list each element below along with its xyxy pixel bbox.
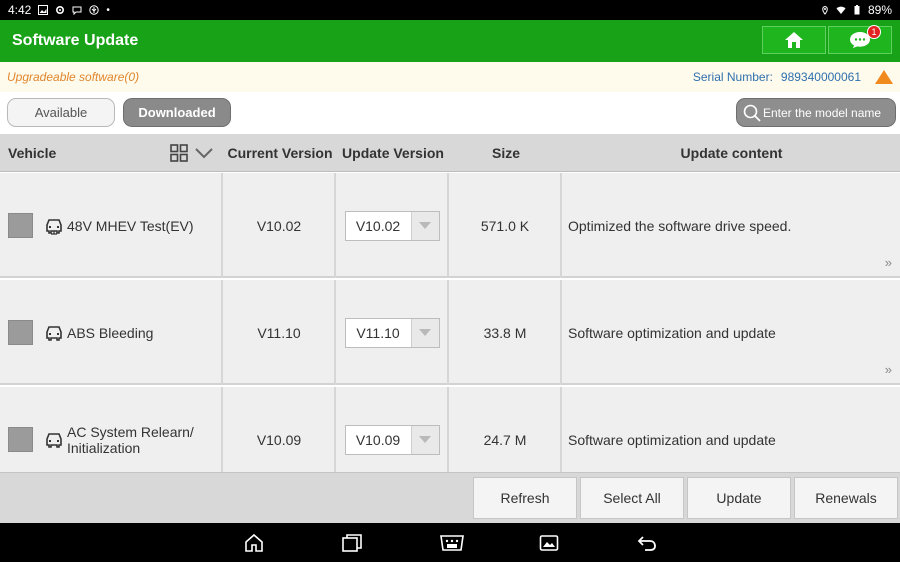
wifi-icon xyxy=(836,5,846,15)
notification-dot-icon: • xyxy=(106,4,110,16)
status-time: 4:42 xyxy=(8,3,32,17)
image-icon xyxy=(38,5,49,15)
battery-level: 89% xyxy=(867,3,892,17)
update-version-cell: V10.09 xyxy=(337,387,449,472)
action-bar: Refresh Select All Update Renewals xyxy=(0,472,900,523)
upgradeable-software-label[interactable]: Upgradeable software(0) xyxy=(7,70,139,84)
update-version-cell: V11.10 xyxy=(337,280,449,385)
current-version-cell: V11.10 xyxy=(224,280,336,385)
tab-available[interactable]: Available xyxy=(7,98,115,127)
message-count-badge: 1 xyxy=(867,25,881,39)
expand-more-icon[interactable]: » xyxy=(885,255,892,270)
header-vehicle: Vehicle xyxy=(8,145,57,161)
size-cell: 571.0 K xyxy=(450,173,562,278)
serial-label: Serial Number: xyxy=(692,70,773,84)
dropdown-arrow-icon[interactable] xyxy=(410,318,439,347)
update-button[interactable]: Update xyxy=(687,477,791,519)
software-table: Vehicle Current Version Update Version S… xyxy=(0,134,900,472)
table-row[interactable]: ABS Bleeding V11.10 V11.10 33.8 M Softwa… xyxy=(0,280,900,385)
title-bar: Software Update 1 xyxy=(0,20,900,62)
nav-recents-icon[interactable] xyxy=(341,532,363,554)
update-version-select[interactable]: V11.10 xyxy=(344,317,440,348)
vehicle-cell: ABS Bleeding xyxy=(0,280,223,385)
search-icon xyxy=(741,102,763,124)
car-icon xyxy=(46,218,62,235)
update-version-select[interactable]: V10.09 xyxy=(344,424,440,455)
update-version-value: V11.10 xyxy=(356,324,400,341)
car-icon xyxy=(46,325,62,341)
search-box[interactable] xyxy=(736,98,896,127)
page-title: Software Update xyxy=(12,32,139,49)
vci-connector-icon[interactable] xyxy=(438,532,466,554)
table-header: Vehicle Current Version Update Version S… xyxy=(0,134,900,172)
expand-more-icon[interactable]: » xyxy=(885,362,892,377)
dropdown-arrow-icon[interactable] xyxy=(410,211,439,240)
row-checkbox[interactable] xyxy=(8,427,33,452)
settings-icon xyxy=(55,5,65,15)
update-content-cell: Optimized the software drive speed. xyxy=(568,217,792,234)
update-version-cell: V10.02 xyxy=(337,173,449,278)
vehicle-name: ABS Bleeding xyxy=(67,324,154,341)
refresh-button[interactable]: Refresh xyxy=(473,477,577,519)
home-button[interactable] xyxy=(762,26,826,54)
update-content-cell: Software optimization and update xyxy=(568,324,776,341)
dropdown-arrow-icon[interactable] xyxy=(410,425,439,454)
home-icon xyxy=(785,32,803,48)
update-version-select[interactable]: V10.02 xyxy=(344,210,440,241)
vehicle-cell: 48V MHEV Test(EV) xyxy=(0,173,223,278)
update-version-value: V10.09 xyxy=(355,431,401,448)
nav-back-icon[interactable] xyxy=(636,532,658,554)
current-version-cell: V10.02 xyxy=(224,173,336,278)
row-checkbox[interactable] xyxy=(8,320,33,345)
grid-view-icon[interactable] xyxy=(170,144,188,162)
header-update-content: Update content xyxy=(680,145,783,161)
usb-icon xyxy=(89,5,100,15)
vehicle-name: 48V MHEV Test(EV) xyxy=(67,217,194,234)
serial-value: 989340000061 xyxy=(780,70,861,84)
location-icon xyxy=(820,5,830,15)
table-row[interactable]: AC System Relearn/ Initialization V10.09… xyxy=(0,387,900,472)
chat-icon xyxy=(72,5,82,15)
vehicle-cell: AC System Relearn/ Initialization xyxy=(0,387,223,472)
update-version-value: V10.02 xyxy=(355,217,401,234)
header-current-version: Current Version xyxy=(227,145,333,161)
renewals-button[interactable]: Renewals xyxy=(794,477,898,519)
tab-downloaded[interactable]: Downloaded xyxy=(123,98,231,127)
size-cell: 33.8 M xyxy=(450,280,562,385)
filter-toolbar: Available Downloaded xyxy=(0,92,900,134)
table-row[interactable]: 48V MHEV Test(EV) V10.02 V10.02 571.0 K … xyxy=(0,173,900,278)
nav-home-icon[interactable] xyxy=(243,532,265,554)
info-bar: Upgradeable software(0) Serial Number: 9… xyxy=(0,62,900,92)
header-size: Size xyxy=(491,145,520,161)
current-version-cell: V10.09 xyxy=(224,387,336,472)
system-nav-bar xyxy=(0,523,900,562)
search-input[interactable] xyxy=(763,105,893,120)
update-content-cell: Software optimization and update xyxy=(568,431,776,448)
select-all-button[interactable]: Select All xyxy=(580,477,684,519)
view-toggle[interactable] xyxy=(170,143,214,163)
messages-button[interactable]: 1 xyxy=(828,25,892,54)
warning-triangle-icon[interactable] xyxy=(875,70,893,84)
serial-number: Serial Number: 989340000061 xyxy=(693,70,893,84)
nav-screenshot-icon[interactable] xyxy=(538,532,560,554)
vehicle-name: AC System Relearn/ Initialization xyxy=(67,423,194,456)
car-icon xyxy=(46,432,62,448)
chevron-down-icon[interactable] xyxy=(194,147,214,159)
header-update-version: Update Version xyxy=(342,145,444,161)
status-bar: 4:42 • 89% xyxy=(0,0,900,20)
battery-icon xyxy=(852,5,862,15)
row-checkbox[interactable] xyxy=(8,213,33,238)
size-cell: 24.7 M xyxy=(450,387,562,472)
